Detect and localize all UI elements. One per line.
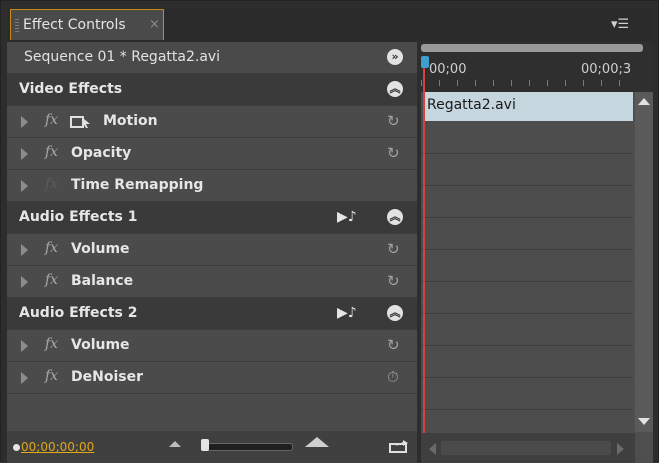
ruler-ticks <box>421 80 633 86</box>
zoom-in-icon[interactable] <box>305 437 329 447</box>
clip-name: Regatta2.avi <box>427 97 516 113</box>
scroll-right-icon[interactable] <box>617 443 624 455</box>
effects-list-panel: Sequence 01 * Regatta2.avi » Video Effec… <box>7 42 417 463</box>
effect-label: Balance <box>71 273 134 289</box>
effect-row-denoiser[interactable]: fx DeNoiser ⏱ <box>7 362 417 394</box>
expand-triangle-icon[interactable] <box>21 276 28 288</box>
effect-row-volume[interactable]: fx Volume ↻ <box>7 234 417 266</box>
ruler-start-time: 00;00 <box>429 62 467 77</box>
effect-row-balance[interactable]: fx Balance ↻ <box>7 266 417 298</box>
expand-triangle-icon[interactable] <box>21 180 28 192</box>
tab-label: Effect Controls <box>23 17 126 33</box>
fx-toggle-icon[interactable]: fx <box>45 144 58 160</box>
zoom-out-icon[interactable] <box>169 441 181 447</box>
motion-transform-icon[interactable] <box>69 115 91 129</box>
effect-label: Volume <box>71 241 130 257</box>
keyframe-track-area[interactable] <box>421 122 633 432</box>
scroll-down-icon[interactable] <box>638 418 650 425</box>
play-audio-icon[interactable]: ▶♪ <box>337 209 357 225</box>
effect-label: Opacity <box>71 145 132 161</box>
expand-triangle-icon[interactable] <box>21 244 28 256</box>
collapse-video-effects-button[interactable]: ︽ <box>387 81 403 97</box>
section-audio-effects-2: Audio Effects 2 ▶♪ ︽ <box>7 298 417 330</box>
play-audio-icon[interactable]: ▶♪ <box>337 305 357 321</box>
playhead-line[interactable] <box>423 66 425 463</box>
stopwatch-icon[interactable]: ⏱ <box>387 368 399 386</box>
fx-toggle-icon[interactable]: fx <box>45 368 58 384</box>
mini-timeline: 00;00 00;00;3 Regatta2.avi <box>421 42 653 463</box>
effect-controls-window: Effect Controls × ▾☰ Sequence 01 * Regat… <box>0 0 659 463</box>
collapse-audio-effects-1-button[interactable]: ︽ <box>387 209 403 225</box>
reset-icon[interactable]: ↻ <box>387 336 400 354</box>
effect-row-opacity[interactable]: fx Opacity ↻ <box>7 138 417 170</box>
reset-icon[interactable]: ↻ <box>387 240 400 258</box>
tab-effect-controls[interactable]: Effect Controls × <box>10 9 164 40</box>
panel-menu-icon[interactable]: ▾☰ <box>611 17 641 33</box>
sequence-label: Sequence 01 * Regatta2.avi <box>24 49 221 65</box>
reset-icon[interactable]: ↻ <box>387 272 400 290</box>
effect-label: DeNoiser <box>71 369 143 385</box>
time-ruler[interactable]: 00;00 00;00;3 <box>421 42 653 92</box>
vertical-scrollbar[interactable] <box>635 92 653 432</box>
zoom-slider[interactable] <box>203 443 293 451</box>
close-icon[interactable]: × <box>149 17 160 32</box>
fx-toggle-icon[interactable]: fx <box>45 112 58 128</box>
reset-icon[interactable]: ↻ <box>387 144 400 162</box>
show-hide-timeline-button[interactable]: » <box>387 49 403 65</box>
zoom-slider-thumb[interactable] <box>201 439 209 451</box>
grip-icon[interactable] <box>15 19 19 33</box>
clip-bar[interactable]: Regatta2.avi <box>423 92 633 121</box>
effect-row-volume-2[interactable]: fx Volume ↻ <box>7 330 417 362</box>
effect-label: Volume <box>71 337 130 353</box>
scroll-up-icon[interactable] <box>638 98 650 105</box>
export-icon[interactable] <box>389 439 409 453</box>
scroll-track[interactable] <box>441 441 611 455</box>
scroll-left-icon[interactable] <box>429 443 436 455</box>
section-video-effects: Video Effects ︽ <box>7 74 417 106</box>
work-area-bar[interactable] <box>421 44 643 52</box>
horizontal-scrollbar[interactable] <box>421 433 635 463</box>
effect-label: Motion <box>103 113 158 129</box>
footer-bar: 00;00;00;00 <box>7 431 417 463</box>
ruler-end-time: 00;00;3 <box>581 62 632 77</box>
expand-triangle-icon[interactable] <box>21 148 28 160</box>
fx-toggle-icon: fx <box>45 176 59 192</box>
timecode-dot-icon <box>13 444 20 451</box>
panel-tab-bar: Effect Controls × ▾☰ <box>7 8 653 41</box>
section-audio-effects-1: Audio Effects 1 ▶♪ ︽ <box>7 202 417 234</box>
sequence-header: Sequence 01 * Regatta2.avi » <box>7 42 417 74</box>
empty-area <box>7 394 417 431</box>
fx-toggle-icon[interactable]: fx <box>45 336 58 352</box>
fx-toggle-icon[interactable]: fx <box>45 272 58 288</box>
section-label: Video Effects <box>19 81 123 97</box>
reset-icon[interactable]: ↻ <box>387 112 400 130</box>
effect-row-motion[interactable]: fx Motion ↻ <box>7 106 417 138</box>
collapse-audio-effects-2-button[interactable]: ︽ <box>387 305 403 321</box>
expand-triangle-icon[interactable] <box>21 340 28 352</box>
section-label: Audio Effects 1 <box>19 209 138 225</box>
section-label: Audio Effects 2 <box>19 305 138 321</box>
fx-toggle-icon[interactable]: fx <box>45 240 58 256</box>
playhead-marker[interactable] <box>421 56 429 68</box>
effect-label: Time Remapping <box>71 177 204 193</box>
expand-triangle-icon[interactable] <box>21 116 28 128</box>
expand-triangle-icon[interactable] <box>21 372 28 384</box>
effect-row-time-remapping[interactable]: fx Time Remapping <box>7 170 417 202</box>
current-timecode[interactable]: 00;00;00;00 <box>21 440 94 454</box>
